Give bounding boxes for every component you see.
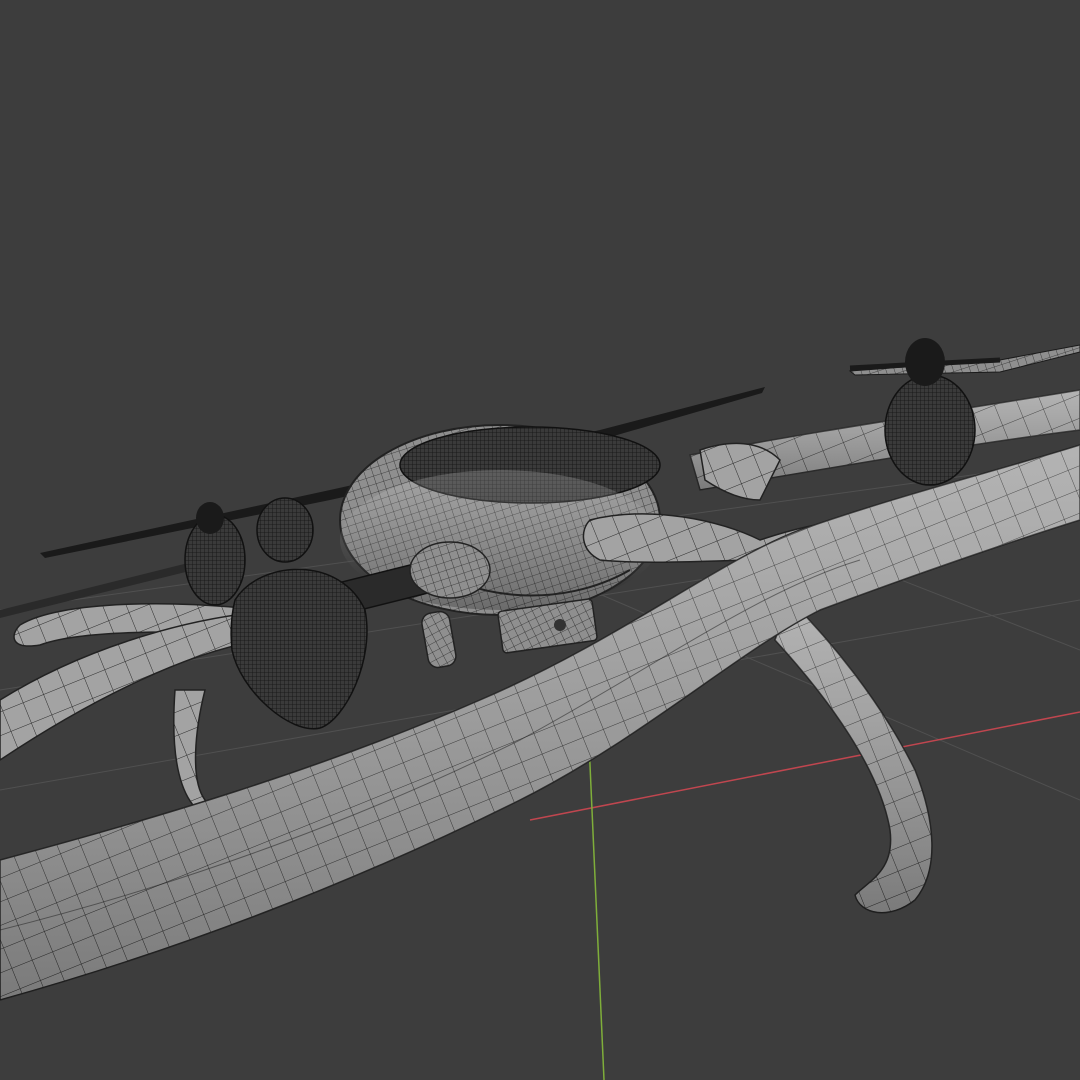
left-landing-skid (0, 603, 266, 822)
y-axis-line (587, 719, 605, 1080)
3d-viewport[interactable] (0, 0, 1080, 1080)
viewport-canvas[interactable] (0, 0, 1080, 1080)
